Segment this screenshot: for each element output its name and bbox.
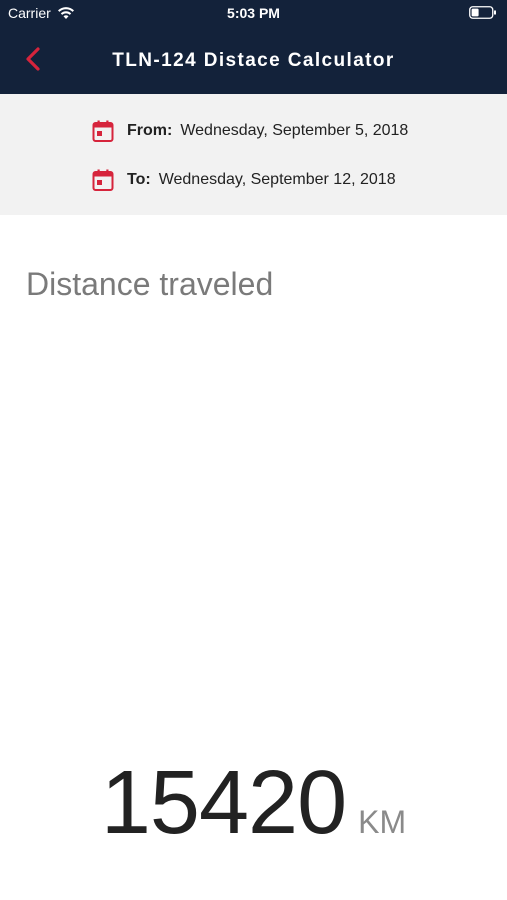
- status-time: 5:03 PM: [227, 5, 280, 21]
- calendar-icon: [92, 120, 114, 142]
- date-range-panel: From: Wednesday, September 5, 2018 To: W…: [0, 94, 507, 215]
- to-date-value: Wednesday, September 12, 2018: [158, 171, 396, 188]
- page-title: TLN-124 Distace Calculator: [112, 50, 395, 71]
- from-date-selector[interactable]: From: Wednesday, September 5, 2018: [91, 118, 408, 144]
- distance-unit: KM: [358, 804, 407, 840]
- distance-readout: 15420 KM: [0, 752, 507, 855]
- calendar-icon: [92, 169, 114, 191]
- navigation-bar: TLN-124 Distace Calculator: [0, 28, 507, 94]
- from-label: From:: [127, 122, 173, 139]
- battery-icon: [469, 6, 496, 19]
- status-bar: Carrier 5:03 PM: [0, 0, 507, 28]
- distance-value: 15420: [100, 753, 347, 853]
- to-label: To:: [127, 171, 151, 188]
- app-header: Carrier 5:03 PM TLN-124 Distace Calculat…: [0, 0, 507, 94]
- to-date-selector[interactable]: To: Wednesday, September 12, 2018: [91, 167, 396, 193]
- from-date-value: Wednesday, September 5, 2018: [180, 122, 409, 139]
- distance-section-title: Distance traveled: [26, 266, 274, 302]
